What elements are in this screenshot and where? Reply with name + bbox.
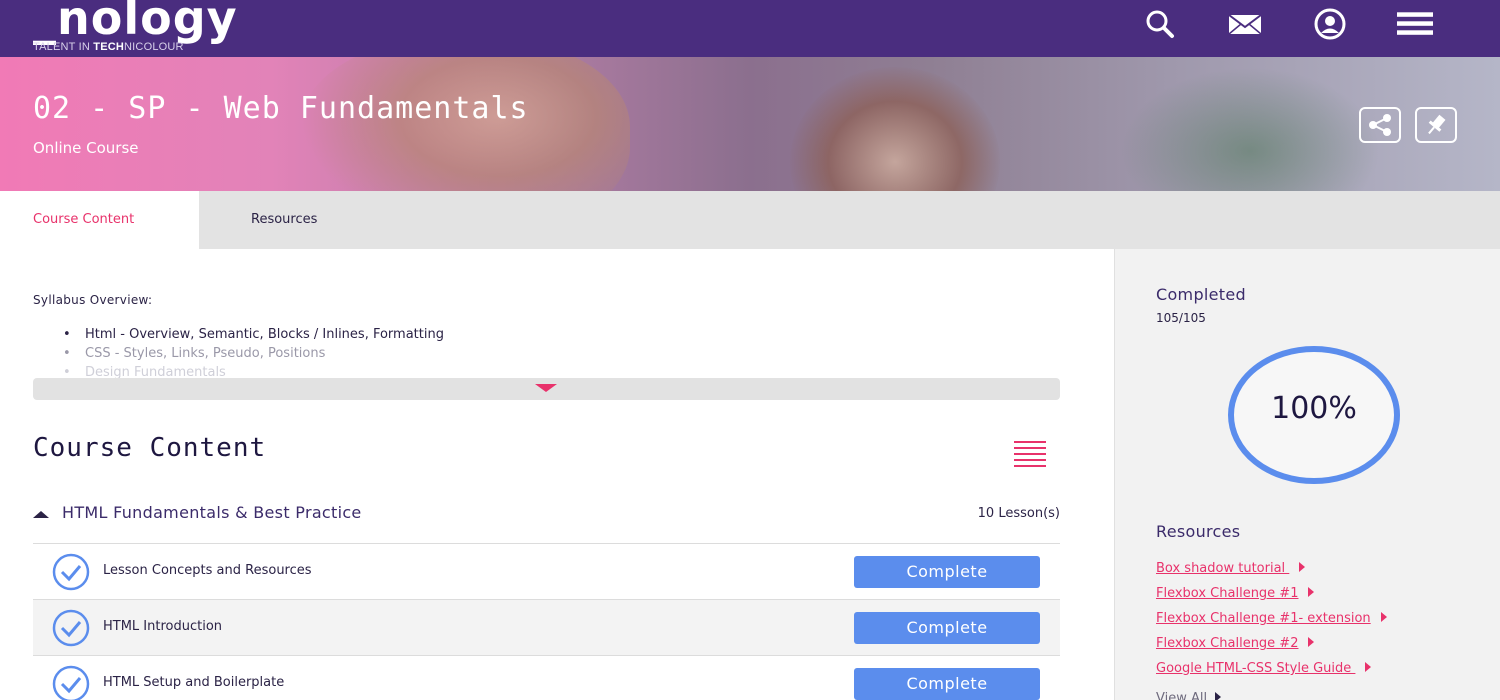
pin-icon [1428, 114, 1446, 135]
resource-list: Box shadow tutorial Flexbox Challenge #1… [1156, 561, 1387, 686]
resource-link[interactable]: Google HTML-CSS Style Guide [1156, 661, 1387, 686]
top-nav-bar: _nology TALENT IN TECHNICOLOUR [0, 0, 1500, 57]
collapse-arrow-icon [33, 511, 49, 518]
syllabus-item: Design Fundamentals [33, 363, 1060, 379]
user-account-icon[interactable] [1312, 8, 1348, 40]
lesson-row[interactable]: HTML Introduction Complete [33, 599, 1060, 655]
resource-link[interactable]: Box shadow tutorial [1156, 561, 1387, 586]
share-icon [1369, 114, 1391, 136]
checkmark-circle-icon [52, 553, 90, 591]
hero-photo-person-2 [790, 67, 1000, 191]
complete-button[interactable]: Complete [854, 668, 1040, 700]
list-view-icon[interactable] [1014, 441, 1046, 467]
play-arrow-icon [1380, 612, 1387, 622]
course-title: 02 - SP - Web Fundamentals [33, 91, 529, 126]
lesson-name: HTML Introduction [103, 619, 223, 634]
menu-icon[interactable] [1397, 8, 1433, 40]
play-arrow-icon [1215, 692, 1222, 700]
section-header[interactable]: HTML Fundamentals & Best Practice 10 Les… [33, 499, 1060, 543]
mail-icon[interactable] [1227, 8, 1263, 40]
course-tabs: Course Content Resources [0, 191, 1500, 249]
play-arrow-icon [1365, 662, 1372, 672]
complete-button[interactable]: Complete [854, 612, 1040, 644]
main-content: Syllabus Overview: Html - Overview, Sema… [0, 249, 1114, 700]
lesson-row[interactable]: Lesson Concepts and Resources Complete [33, 543, 1060, 599]
checkmark-circle-icon [52, 609, 90, 647]
resource-link[interactable]: Flexbox Challenge #1- extension [1156, 611, 1387, 636]
completed-heading: Completed [1156, 285, 1246, 304]
lesson-row[interactable]: HTML Setup and Boilerplate Complete [33, 655, 1060, 700]
syllabus-item: Html - Overview, Semantic, Blocks / Inli… [33, 325, 1060, 344]
progress-sidebar: Completed 105/105 100% Resources Box sha… [1114, 249, 1500, 700]
lesson-count: 10 Lesson(s) [977, 506, 1060, 521]
syllabus-item: CSS - Styles, Links, Pseudo, Positions [33, 344, 1060, 363]
tab-course-content[interactable]: Course Content [0, 191, 199, 249]
play-arrow-icon [1308, 587, 1315, 597]
tagline: TALENT IN TECHNICOLOUR [33, 41, 184, 53]
share-button[interactable] [1359, 107, 1401, 143]
resource-link[interactable]: Flexbox Challenge #2 [1156, 636, 1387, 661]
play-arrow-icon [1308, 637, 1315, 647]
section-title: HTML Fundamentals & Best Practice [62, 503, 362, 522]
syllabus-overview: Html - Overview, Semantic, Blocks / Inli… [33, 325, 1060, 379]
hero-photo-plant [1120, 67, 1380, 191]
checkmark-circle-icon [52, 665, 90, 700]
progress-percent: 100% [1271, 391, 1357, 426]
chevron-down-icon [535, 384, 557, 392]
course-content-heading: Course Content [33, 433, 267, 463]
lesson-list: Lesson Concepts and Resources Complete H… [33, 543, 1060, 700]
completed-count: 105/105 [1156, 311, 1206, 325]
course-type: Online Course [33, 139, 139, 157]
tab-resources[interactable]: Resources [251, 191, 317, 249]
course-hero-banner: 02 - SP - Web Fundamentals Online Course [0, 57, 1500, 191]
pin-button[interactable] [1415, 107, 1457, 143]
resource-link[interactable]: Flexbox Challenge #1 [1156, 586, 1387, 611]
lesson-name: Lesson Concepts and Resources [103, 563, 312, 578]
search-icon[interactable] [1142, 8, 1178, 40]
lesson-name: HTML Setup and Boilerplate [103, 675, 285, 690]
syllabus-title: Syllabus Overview: [33, 293, 153, 307]
complete-button[interactable]: Complete [854, 556, 1040, 588]
syllabus-expand-button[interactable] [33, 378, 1060, 400]
resources-heading: Resources [1156, 522, 1241, 541]
play-arrow-icon [1299, 562, 1306, 572]
view-all-link[interactable]: View All [1156, 691, 1222, 700]
progress-ring: 100% [1228, 345, 1400, 485]
